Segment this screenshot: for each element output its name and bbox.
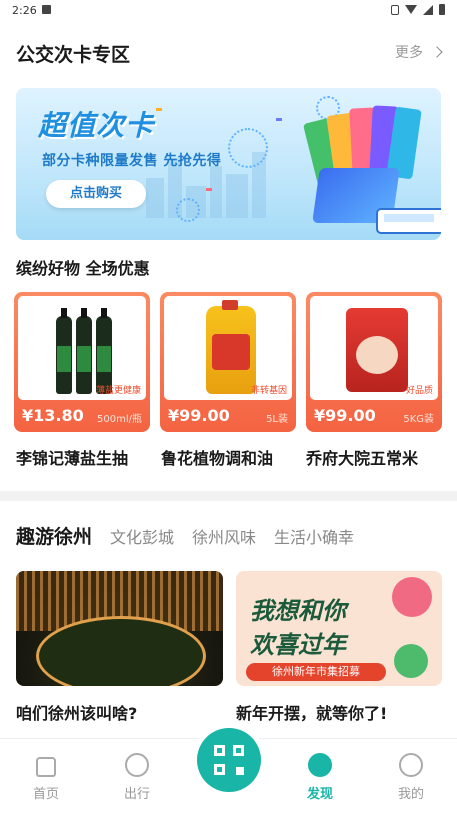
banner-subtitle: 部分卡种限量发售 先抢先得 xyxy=(42,153,222,169)
nav-mine-label: 我的 xyxy=(397,787,424,802)
nav-home[interactable]: 首页 xyxy=(16,753,76,802)
firework-icon xyxy=(176,198,200,222)
notification-icon xyxy=(42,5,51,14)
more-link[interactable]: 更多 xyxy=(395,42,443,62)
confetti-decoration xyxy=(206,188,212,191)
product-unit: 500ml/瓶 xyxy=(97,414,142,425)
feed-title[interactable]: 咱们徐州该叫啥? xyxy=(16,700,137,724)
home-icon xyxy=(36,757,56,777)
product-price: ¥99.00 xyxy=(314,406,376,425)
nav-travel-label: 出行 xyxy=(123,787,150,802)
product-price: ¥99.00 xyxy=(168,406,230,425)
rice-bag-image xyxy=(346,308,408,392)
buy-now-button[interactable]: 点击购买 xyxy=(46,180,146,208)
product-price: ¥13.80 xyxy=(22,406,84,425)
promo-banner[interactable]: 超值次卡 部分卡种限量发售 先抢先得 点击购买 xyxy=(16,88,441,240)
tab-life[interactable]: 生活小确幸 xyxy=(274,524,354,548)
nav-discover-label: 发现 xyxy=(306,787,333,802)
signal-icon xyxy=(423,4,433,15)
category-tabs: 趣游徐州 文化彭城 徐州风味 生活小确幸 xyxy=(16,522,354,550)
flower-decoration xyxy=(392,577,432,617)
promo-heading: 缤纷好物 全场优惠 xyxy=(16,259,150,278)
product-unit: 5KG装 xyxy=(403,414,434,425)
section-title: 公交次卡专区 xyxy=(16,44,131,66)
feed-card-image[interactable] xyxy=(16,571,223,686)
product-card[interactable]: 好品质 ¥99.00 5KG装 xyxy=(306,292,442,432)
product-name[interactable]: 李锦记薄盐生抽 xyxy=(16,445,128,469)
bus-graphic xyxy=(376,208,441,234)
product-unit: 5L装 xyxy=(266,414,288,425)
price-row: ¥99.00 5L装 xyxy=(160,402,296,432)
status-icons xyxy=(391,4,445,15)
tab-culture[interactable]: 文化彭城 xyxy=(110,524,174,548)
section-divider xyxy=(0,491,457,501)
price-row: ¥99.00 5KG装 xyxy=(306,402,442,432)
product-image: 薄盐更健康 xyxy=(18,296,146,400)
smiley-icon xyxy=(399,753,423,777)
vibrate-icon xyxy=(391,4,399,15)
confetti-decoration xyxy=(276,118,282,121)
poster-line-1: 我想和你 xyxy=(250,597,346,625)
status-time: 2:26 xyxy=(12,4,37,17)
firework-icon xyxy=(228,128,268,168)
feed-card-image[interactable]: 我想和你 欢喜过年 徐州新年市集招募 xyxy=(236,571,442,686)
product-list: 薄盐更健康 ¥13.80 500ml/瓶 非转基因 ¥99.00 5L装 好品质… xyxy=(14,292,444,432)
product-card[interactable]: 非转基因 ¥99.00 5L装 xyxy=(160,292,296,432)
status-bar: 2:26 xyxy=(0,0,457,22)
product-card[interactable]: 薄盐更健康 ¥13.80 500ml/瓶 xyxy=(14,292,150,432)
tab-flavor[interactable]: 徐州风味 xyxy=(192,524,256,548)
confetti-decoration xyxy=(156,108,162,111)
poster-ribbon: 徐州新年市集招募 xyxy=(246,663,386,681)
product-tag: 非转基因 xyxy=(250,386,287,396)
nav-home-label: 首页 xyxy=(32,787,59,802)
poster-line-2: 欢喜过年 xyxy=(250,631,346,659)
product-tag: 好品质 xyxy=(405,386,433,396)
travel-icon xyxy=(125,753,149,777)
nav-travel[interactable]: 出行 xyxy=(107,753,167,802)
cooking-oil-image xyxy=(206,300,256,394)
planet-icon xyxy=(308,753,332,777)
illuminated-hill xyxy=(36,616,206,686)
feed-title[interactable]: 新年开摆，就等你了! xyxy=(236,700,387,724)
nav-discover[interactable]: 发现 xyxy=(290,753,350,802)
qr-code-button[interactable] xyxy=(197,728,261,792)
leaf-decoration xyxy=(394,644,428,678)
tab-active[interactable]: 趣游徐州 xyxy=(16,522,92,549)
wifi-icon xyxy=(405,5,417,14)
product-name[interactable]: 鲁花植物调和油 xyxy=(161,445,273,469)
price-row: ¥13.80 500ml/瓶 xyxy=(14,402,150,432)
chevron-right-icon xyxy=(431,46,443,58)
product-image: 非转基因 xyxy=(164,296,292,400)
soy-sauce-image xyxy=(56,306,116,394)
product-image: 好品质 xyxy=(310,296,438,400)
battery-icon xyxy=(439,4,445,15)
card-section-header: 公交次卡专区 更多 xyxy=(16,40,443,66)
qr-code-icon xyxy=(214,745,244,775)
more-label: 更多 xyxy=(395,45,423,61)
product-tag: 薄盐更健康 xyxy=(95,386,141,396)
nav-mine[interactable]: 我的 xyxy=(381,753,441,802)
product-name[interactable]: 乔府大院五常米 xyxy=(306,445,418,469)
banner-title: 超值次卡 xyxy=(38,109,155,142)
